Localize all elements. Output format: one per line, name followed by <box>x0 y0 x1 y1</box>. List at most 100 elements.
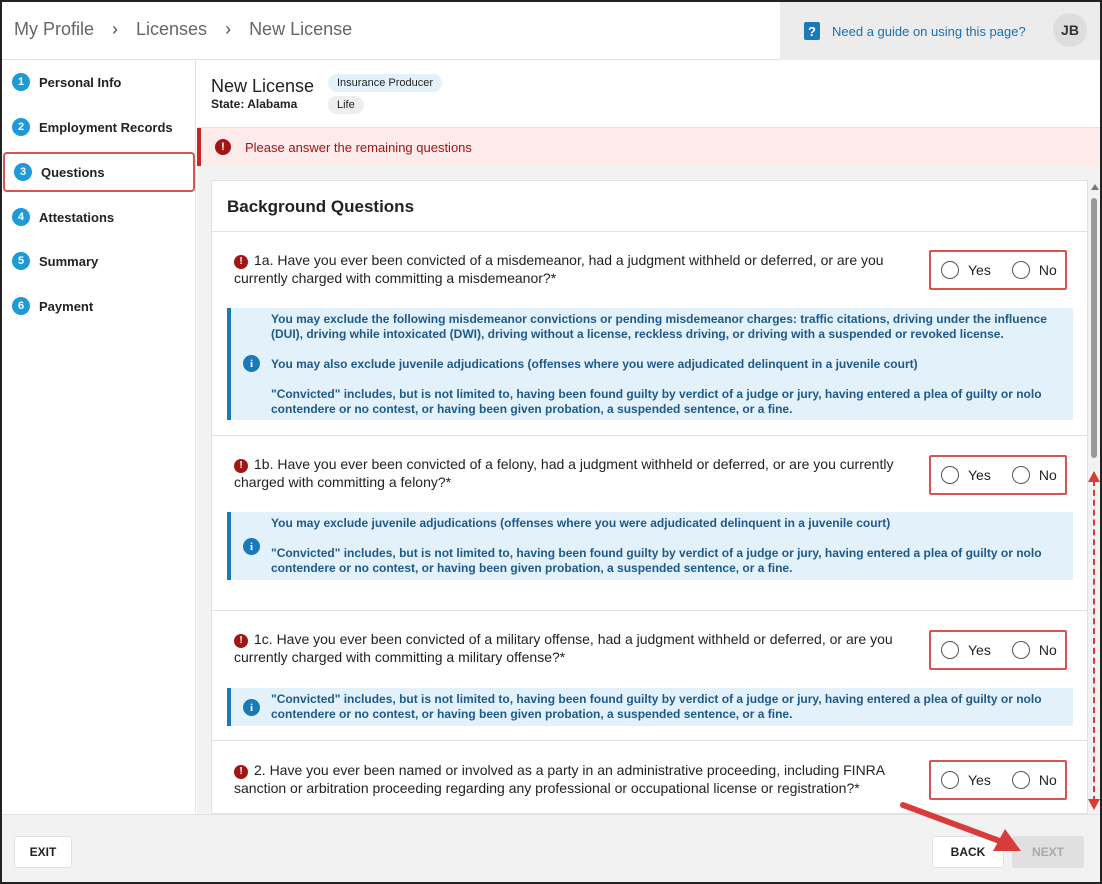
no-label: No <box>1038 262 1057 278</box>
error-icon: ! <box>234 765 248 779</box>
no-label: No <box>1038 467 1057 483</box>
radio-button[interactable] <box>1011 466 1030 484</box>
no-label: No <box>1038 642 1057 658</box>
no-option[interactable]: No <box>1011 641 1057 659</box>
arrow-down-icon <box>1088 799 1100 810</box>
question-1a: ! 1a. Have you ever been convicted of a m… <box>234 251 914 287</box>
info-text: "Convicted" includes, but is not limited… <box>271 546 1042 575</box>
radio-button[interactable] <box>941 261 959 279</box>
question-1b: ! 1b. Have you ever been convicted of a f… <box>234 455 914 491</box>
divider <box>212 740 1087 741</box>
info-icon: i <box>243 699 260 716</box>
yes-no-group-1b: Yes No <box>929 455 1067 495</box>
yes-label: Yes <box>968 642 991 658</box>
exit-button[interactable]: EXIT <box>14 836 72 868</box>
question-text: 1a. Have you ever been convicted of a mi… <box>234 252 884 286</box>
breadcrumb-my-profile[interactable]: My Profile <box>14 19 94 40</box>
breadcrumb-licenses[interactable]: Licenses <box>136 19 207 40</box>
radio-button[interactable] <box>941 771 959 789</box>
yes-label: Yes <box>968 262 991 278</box>
chevron-right-icon: › <box>225 19 232 39</box>
yes-option[interactable]: Yes <box>941 466 991 484</box>
radio-button[interactable] <box>941 466 959 484</box>
step-label: Attestations <box>39 209 115 225</box>
step-personal-info[interactable]: 1 Personal Info <box>12 62 192 102</box>
divider <box>212 610 1087 611</box>
step-label: Summary <box>39 253 99 269</box>
question-text: 2. Have you ever been named or involved … <box>234 762 885 796</box>
radio-button[interactable] <box>1011 641 1030 659</box>
radio-button[interactable] <box>1011 261 1030 279</box>
license-header: New License State: Alabama Insurance Pro… <box>197 60 1100 128</box>
step-number: 3 <box>14 163 32 181</box>
step-number: 2 <box>12 118 30 136</box>
question-2: ! 2. Have you ever been named or involved… <box>234 761 914 797</box>
yes-no-group-1c: Yes No <box>929 630 1067 670</box>
no-option[interactable]: No <box>1011 261 1057 279</box>
error-icon: ! <box>215 139 231 155</box>
guide-link-label[interactable]: Need a guide on using this page? <box>832 24 1026 39</box>
step-employment-records[interactable]: 2 Employment Records <box>12 107 192 147</box>
divider <box>212 435 1087 436</box>
question-icon: ? <box>804 22 820 40</box>
step-attestations[interactable]: 4 Attestations <box>12 197 192 237</box>
section-title: Background Questions <box>227 197 415 216</box>
radio-button[interactable] <box>941 641 959 659</box>
error-icon: ! <box>234 459 248 473</box>
step-payment[interactable]: 6 Payment <box>12 286 192 326</box>
scroll-hint-arrow <box>1093 480 1095 802</box>
step-number: 5 <box>12 252 30 270</box>
info-text: "Convicted" includes, but is not limited… <box>271 387 1042 416</box>
arrow-up-icon <box>1088 471 1100 482</box>
scroll-up-icon[interactable] <box>1091 184 1099 190</box>
license-type-badge: Insurance Producer <box>328 74 442 92</box>
yes-no-group-1a: Yes No <box>929 250 1067 290</box>
user-menu[interactable]: JB <box>1042 2 1100 60</box>
info-text: You may also exclude juvenile adjudicati… <box>271 357 918 371</box>
info-icon: i <box>243 355 260 372</box>
breadcrumb: My Profile › Licenses › New License <box>14 19 352 40</box>
question-text: 1c. Have you ever been convicted of a mi… <box>234 631 893 665</box>
scrollbar[interactable] <box>1088 180 1100 814</box>
no-option[interactable]: No <box>1011 771 1057 789</box>
steps-sidebar: 1 Personal Info 2 Employment Records 3 Q… <box>2 60 196 812</box>
step-label: Questions <box>41 164 105 180</box>
breadcrumb-new-license: New License <box>249 19 353 39</box>
info-text: You may exclude juvenile adjudications (… <box>271 516 891 530</box>
step-number: 6 <box>12 297 30 315</box>
yes-option[interactable]: Yes <box>941 641 991 659</box>
yes-label: Yes <box>968 467 991 483</box>
scroll-thumb[interactable] <box>1091 198 1097 458</box>
yes-no-group-2: Yes No <box>929 760 1067 800</box>
info-box-1c: i "Convicted" includes, but is not limit… <box>227 688 1073 726</box>
error-icon: ! <box>234 634 248 648</box>
step-number: 1 <box>12 73 30 91</box>
alert-text: Please answer the remaining questions <box>245 139 472 155</box>
questions-panel: Background Questions ! 1a. Have you ever … <box>211 180 1088 814</box>
yes-label: Yes <box>968 772 991 788</box>
step-number: 4 <box>12 208 30 226</box>
step-label: Payment <box>39 298 94 314</box>
app-window: My Profile › Licenses › New License ? Ne… <box>0 0 1102 884</box>
info-box-1a: i You may exclude the following misdemea… <box>227 308 1073 420</box>
divider <box>212 231 1087 232</box>
yes-option[interactable]: Yes <box>941 771 991 789</box>
step-questions[interactable]: 3 Questions <box>3 152 195 192</box>
error-icon: ! <box>234 255 248 269</box>
page-title: New License <box>211 76 315 96</box>
info-text: You may exclude the following misdemeano… <box>271 312 1047 341</box>
guide-link[interactable]: ? Need a guide on using this page? <box>780 2 1042 60</box>
yes-option[interactable]: Yes <box>941 261 991 279</box>
step-label: Employment Records <box>39 119 173 135</box>
line-of-authority-badge: Life <box>328 96 364 114</box>
info-text: "Convicted" includes, but is not limited… <box>271 692 1042 721</box>
avatar[interactable]: JB <box>1053 13 1087 47</box>
chevron-right-icon: › <box>112 19 119 39</box>
question-1c: ! 1c. Have you ever been convicted of a m… <box>234 630 914 666</box>
info-icon: i <box>243 538 260 555</box>
no-option[interactable]: No <box>1011 466 1057 484</box>
radio-button[interactable] <box>1011 771 1030 789</box>
license-state: State: Alabama <box>211 97 298 111</box>
step-summary[interactable]: 5 Summary <box>12 241 192 281</box>
step-label: Personal Info <box>39 74 122 90</box>
